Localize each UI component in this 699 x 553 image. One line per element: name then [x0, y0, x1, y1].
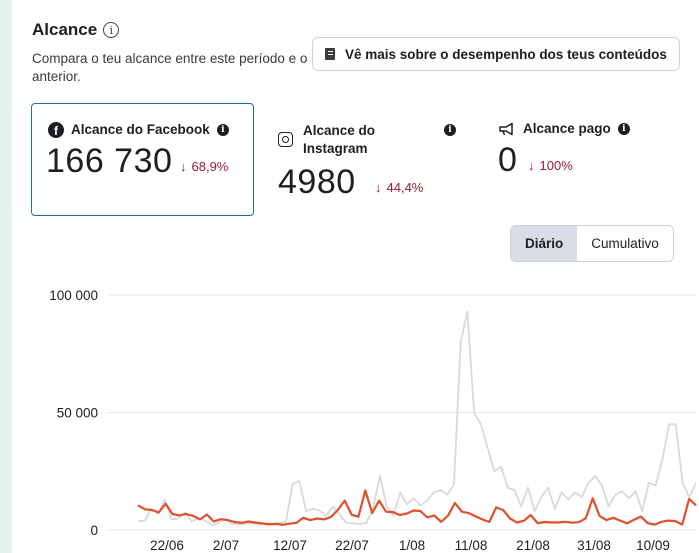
paid-reach-label-text: Alcance pago [523, 121, 611, 136]
y-tick-label: 50 000 [57, 406, 98, 421]
x-tick-label: 12/07 [273, 538, 307, 553]
x-tick-label: 2/07 [213, 538, 239, 553]
instagram-reach-delta-value: 44,4% [386, 180, 424, 195]
series-line-current [137, 489, 697, 526]
instagram-reach-card[interactable]: Alcance do Instagram i 4980 ↓ 44,4% [262, 103, 472, 216]
paid-reach-value: 0 [498, 141, 518, 179]
section-header: Alcance i [32, 20, 120, 40]
y-tick-label: 0 [90, 523, 98, 538]
section-subtitle: Compara o teu alcance entre este período… [32, 51, 308, 84]
info-icon[interactable]: i [216, 124, 229, 136]
paid-reach-delta-value: 100% [539, 158, 573, 173]
arrow-down-icon: ↓ [180, 159, 187, 174]
view-toggle: Diário Cumulativo [510, 225, 674, 262]
y-tick-label: 100 000 [49, 288, 98, 303]
instagram-icon [278, 132, 293, 147]
x-tick-label: 31/08 [577, 538, 611, 553]
paid-reach-delta: ↓ 100% [528, 158, 573, 173]
paid-reach-card[interactable]: Alcance pago i 0 ↓ 100% [482, 103, 682, 216]
instagram-reach-label: Alcance do Instagram [303, 123, 376, 156]
facebook-reach-delta: ↓ 68,9% [180, 159, 228, 174]
toggle-cumulative[interactable]: Cumulativo [577, 226, 673, 261]
x-tick-label: 10/09 [636, 538, 670, 553]
x-tick-label: 21/08 [516, 538, 550, 553]
instagram-reach-delta: ↓ 44,4% [375, 180, 423, 195]
x-tick-label: 1/08 [399, 538, 425, 553]
facebook-reach-delta-value: 68,9% [191, 159, 229, 174]
book-icon [325, 48, 335, 60]
series-line-previous [137, 310, 697, 527]
facebook-icon: f [48, 122, 64, 138]
instagram-reach-value: 4980 [278, 163, 356, 201]
x-tick-label: 22/07 [335, 538, 369, 553]
arrow-down-icon: ↓ [528, 158, 535, 173]
toggle-daily[interactable]: Diário [511, 226, 578, 261]
instagram-icon-wrap [278, 132, 293, 147]
megaphone-icon [499, 122, 513, 136]
info-icon[interactable]: i [103, 22, 120, 38]
facebook-reach-value: 166 730 [46, 142, 173, 180]
x-tick-label: 11/08 [455, 538, 488, 553]
reach-chart-svg: 0 50 000 100 000 22/06 2/07 12/07 22/07 1/08 11/… [49, 288, 697, 553]
facebook-reach-card[interactable]: f Alcance do Facebook i 166 730 ↓ 68,9% [31, 103, 254, 216]
info-icon[interactable]: i [617, 123, 630, 135]
facebook-reach-label: f Alcance do Facebook i [48, 121, 229, 139]
content-performance-button-label: Vê mais sobre o desempenho dos teus cont… [345, 46, 667, 62]
paid-reach-label: Alcance pago i [498, 120, 630, 138]
facebook-reach-label-text: Alcance do Facebook [71, 122, 210, 137]
arrow-down-icon: ↓ [375, 180, 382, 195]
left-accent-bar [0, 0, 12, 553]
info-icon[interactable]: i [444, 124, 456, 136]
content-performance-button[interactable]: Vê mais sobre o desempenho dos teus cont… [312, 37, 680, 71]
reach-chart: 0 50 000 100 000 22/06 2/07 12/07 22/07 1/08 11/… [20, 280, 699, 553]
x-tick-label: 22/06 [150, 538, 184, 553]
section-title: Alcance [32, 20, 98, 39]
